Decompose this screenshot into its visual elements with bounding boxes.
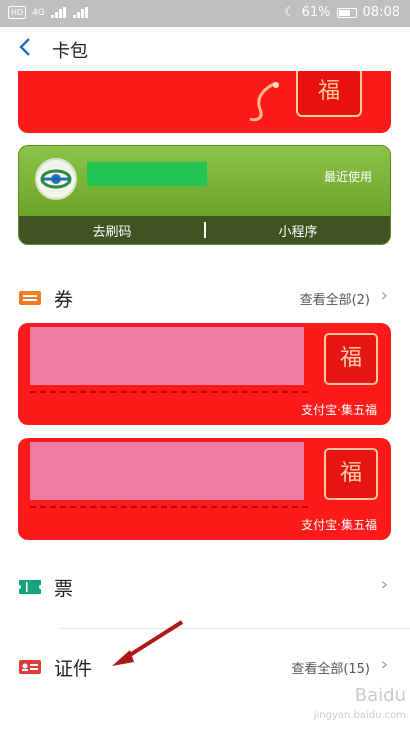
view-all-coupons-link[interactable]: 查看全部(2) — [300, 289, 370, 308]
coupon-card[interactable]: 福 支付宝·集五福 — [18, 323, 391, 425]
fu-emblem: 福 — [324, 333, 378, 385]
tickets-section-header[interactable]: 票 › — [0, 568, 410, 608]
coupon-source: 支付宝·集五福 — [301, 403, 377, 417]
page-title: 卡包 — [52, 41, 88, 62]
chevron-left-icon[interactable] — [18, 36, 38, 60]
scan-code-button[interactable]: 去刷码 — [19, 221, 205, 240]
documents-section-header[interactable]: 证件 查看全部(15) › — [0, 648, 410, 688]
fu-emblem: 福 — [296, 71, 362, 117]
section-title-tickets: 票 — [54, 578, 74, 600]
chevron-right-icon[interactable]: › — [381, 285, 388, 306]
card-name-redacted — [87, 162, 207, 186]
ticket-icon — [19, 291, 41, 305]
recent-label: 最近使用 — [323, 170, 372, 184]
battery-icon — [336, 7, 357, 18]
watermark: Baidu jingyan.baidu.com — [286, 686, 406, 726]
annotation-arrow-icon — [112, 620, 184, 666]
merchant-logo-icon — [35, 158, 77, 200]
view-all-documents-link[interactable]: 查看全部(15) — [291, 658, 370, 677]
status-bar: HD 4G ☾ 61% 08:08 — [0, 0, 410, 27]
chevron-right-icon[interactable]: › — [381, 654, 388, 675]
dashed-divider — [30, 506, 308, 508]
ticket-stub-icon — [19, 580, 41, 594]
fu-emblem: 福 — [324, 448, 378, 500]
coupons-section-header[interactable]: 券 查看全部(2) › — [0, 279, 410, 319]
clock: 08:08 — [362, 5, 400, 20]
dashed-divider — [30, 391, 308, 393]
coupon-title-redacted — [30, 327, 304, 385]
mini-program-button[interactable]: 小程序 — [205, 221, 390, 240]
id-card-icon — [19, 660, 41, 674]
signal-icon — [50, 7, 66, 18]
koi-fish-icon — [249, 81, 279, 122]
hd-badge: HD — [8, 6, 27, 19]
coupon-title-redacted — [30, 442, 304, 500]
coupon-card[interactable]: 福 支付宝·集五福 — [18, 438, 391, 540]
chevron-right-icon[interactable]: › — [381, 574, 388, 595]
battery-percent: 61% — [301, 5, 331, 20]
app-header: 卡包 — [0, 27, 410, 71]
moon-icon: ☾ — [283, 5, 296, 20]
watermark-url: jingyan.baidu.com — [313, 710, 406, 721]
coupon-source: 支付宝·集五福 — [301, 518, 377, 532]
section-title-documents: 证件 — [54, 658, 93, 680]
section-title-coupons: 券 — [54, 289, 74, 311]
card-actions-bar: 去刷码 小程序 — [19, 216, 390, 244]
watermark-brand: Baidu — [354, 685, 406, 706]
network-label: 4G — [32, 7, 45, 18]
fu-card-top[interactable]: 福 — [18, 71, 391, 133]
signal-icon-2 — [72, 7, 88, 18]
membership-card[interactable]: 最近使用 去刷码 小程序 — [18, 145, 391, 245]
